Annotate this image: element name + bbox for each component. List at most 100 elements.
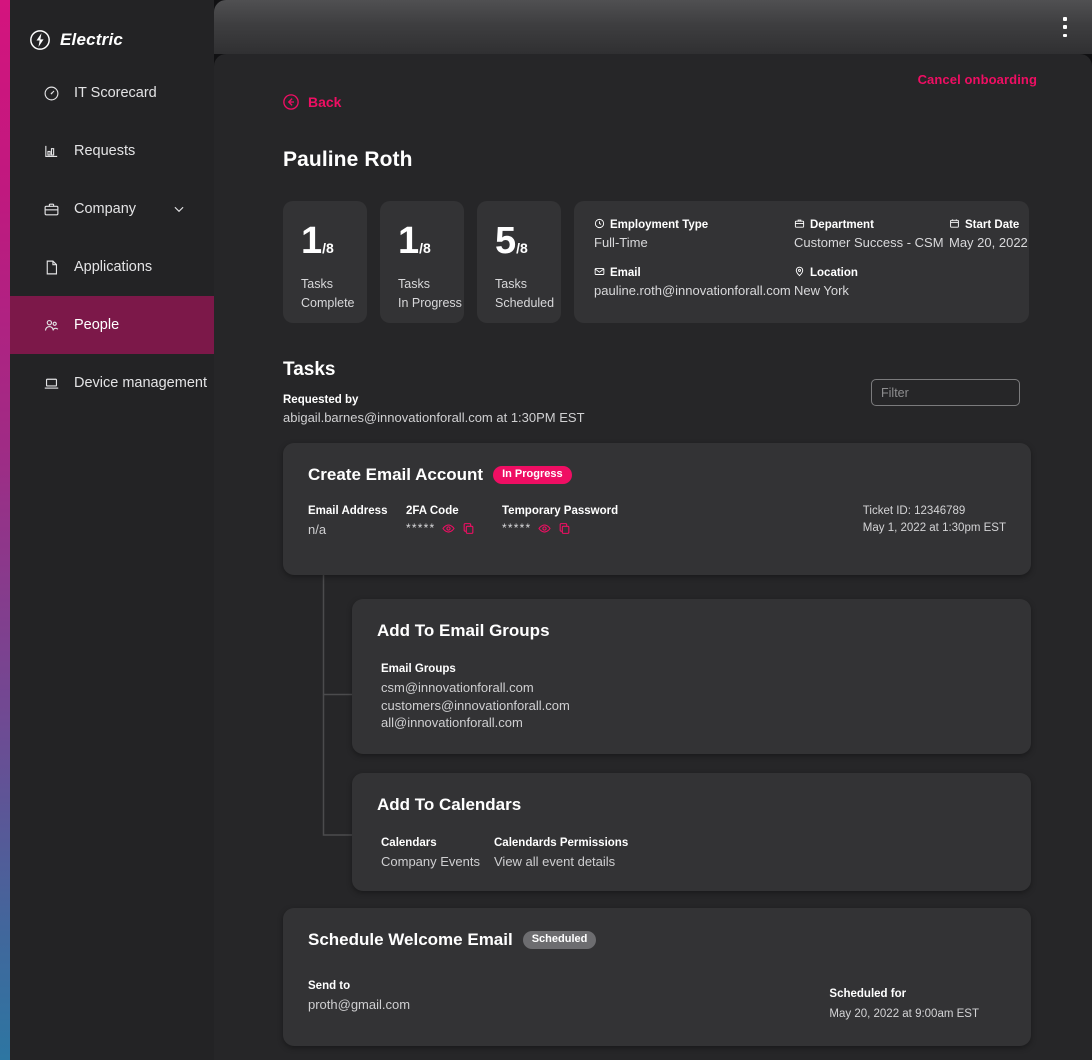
list-item: csm@innovationforall.com <box>381 680 534 695</box>
sidebar-item-label: Company <box>74 201 137 217</box>
task-card-create-email-account[interactable]: Create Email Account In Progress Email A… <box>283 443 1031 575</box>
stat-label-line2: In Progress <box>398 295 462 310</box>
stat-value: 1 /8 <box>301 222 367 260</box>
meta-value: Customer Success - CSM <box>794 235 944 250</box>
stat-number: 5 <box>495 220 516 262</box>
meta-value: May 20, 2022 <box>949 235 1028 250</box>
meta-label: Location <box>794 266 949 280</box>
meta-label: Department <box>794 218 949 232</box>
top-bar <box>214 0 1092 54</box>
meta-value: New York <box>794 283 849 298</box>
email-groups-list: csm@innovationforall.com customers@innov… <box>381 679 570 732</box>
ticket-info: Ticket ID: 12346789 May 1, 2022 at 1:30p… <box>863 503 1006 536</box>
field-value: May 20, 2022 at 9:00am EST <box>829 1007 979 1020</box>
tasks-section-title: Tasks <box>283 359 336 380</box>
task-card-add-to-email-groups[interactable]: Add To Email Groups Email Groups csm@inn… <box>352 599 1031 754</box>
stat-label-line1: Tasks <box>301 277 333 291</box>
copy-icon[interactable] <box>558 522 571 535</box>
field-label: Email Address <box>308 505 388 517</box>
stat-denominator: /8 <box>516 240 528 256</box>
requested-by-value: abigail.barnes@innovationforall.com at 1… <box>283 410 585 425</box>
envelope-icon <box>594 266 605 280</box>
sidebar-item-it-scorecard[interactable]: IT Scorecard <box>8 64 214 122</box>
field-label: 2FA Code <box>406 505 459 517</box>
stat-label-line2: Complete <box>301 295 355 310</box>
field-2fa-code: 2FA Code ***** <box>406 505 502 539</box>
people-icon <box>42 316 60 334</box>
copy-icon[interactable] <box>462 522 475 535</box>
chevron-down-icon[interactable] <box>172 202 186 216</box>
electric-bolt-logo <box>29 29 51 51</box>
status-badge: Scheduled <box>522 931 597 949</box>
field-calendars: Calendars Company Events <box>381 837 494 871</box>
filter-input[interactable] <box>871 379 1020 406</box>
requested-by-label: Requested by <box>283 394 359 406</box>
stat-label: Tasks Complete <box>301 275 367 313</box>
field-value: ***** <box>406 521 436 535</box>
field-label: Email Groups <box>381 663 456 675</box>
secret-row: ***** <box>502 521 702 535</box>
meta-label-text: Email <box>610 267 641 279</box>
field-value: ***** <box>502 521 532 535</box>
card-header: Schedule Welcome Email Scheduled <box>283 908 1031 950</box>
task-card-add-to-calendars[interactable]: Add To Calendars Calendars Company Event… <box>352 773 1031 891</box>
calendar-icon <box>949 218 960 232</box>
field-scheduled-for: Scheduled for May 20, 2022 at 9:00am EST <box>829 986 979 1022</box>
task-card-schedule-welcome-email[interactable]: Schedule Welcome Email Scheduled Send to… <box>283 908 1031 1046</box>
card-header: Add To Calendars <box>352 773 1031 815</box>
meta-label: Start Date <box>949 218 1029 232</box>
field-value: Company Events <box>381 854 480 869</box>
accent-gradient-strip <box>0 0 10 1060</box>
meta-label-text: Start Date <box>965 219 1020 231</box>
list-item: customers@innovationforall.com <box>381 697 570 713</box>
stat-label-line2: Scheduled <box>495 295 555 310</box>
sidebar-item-label: People <box>74 317 120 333</box>
sidebar-item-label: Requests <box>74 143 136 159</box>
document-icon <box>42 258 60 276</box>
more-vertical-icon[interactable] <box>1063 17 1067 37</box>
eye-icon[interactable] <box>442 522 456 535</box>
back-button[interactable]: Back <box>282 93 341 111</box>
app-window: Electric IT Scorecard Requests Company A… <box>0 0 1092 1060</box>
field-value: View all event details <box>494 854 616 869</box>
field-email-groups: Email Groups csm@innovationforall.com cu… <box>381 663 570 732</box>
eye-icon[interactable] <box>538 522 552 535</box>
status-badge: In Progress <box>493 466 572 484</box>
meta-start-date: Start Date May 20, 2022 <box>949 218 1029 266</box>
meta-label-text: Employment Type <box>610 219 709 231</box>
stat-card-tasks-complete: 1 /8 Tasks Complete <box>283 201 367 323</box>
card-title: Add To Calendars <box>377 795 522 814</box>
meta-value: Full-Time <box>594 235 648 250</box>
card-title: Schedule Welcome Email <box>308 930 513 949</box>
sidebar-item-people[interactable]: People <box>8 296 214 354</box>
sidebar-item-label: Device management <box>74 375 207 391</box>
stats-row: 1 /8 Tasks Complete 1 /8 Tasks In Progre… <box>283 201 1029 323</box>
stat-value: 5 /8 <box>495 222 561 260</box>
sidebar: Electric IT Scorecard Requests Company A… <box>8 0 214 1060</box>
card-title: Create Email Account <box>308 465 484 484</box>
back-label: Back <box>308 94 342 110</box>
meta-value: pauline.roth@innovationforall.com <box>594 283 791 298</box>
field-calendar-permissions: Calendards Permissions View all event de… <box>494 837 628 871</box>
secret-row: ***** <box>406 521 502 535</box>
cancel-onboarding-button[interactable]: Cancel onboarding <box>918 72 1037 87</box>
meta-email: Email pauline.roth@innovationforall.com <box>594 266 794 298</box>
stat-label: Tasks In Progress <box>398 275 464 313</box>
field-label: Calendars <box>381 837 437 849</box>
list-item: all@innovationforall.com <box>381 715 523 731</box>
stat-label-line1: Tasks <box>495 277 527 291</box>
stat-card-tasks-in-progress: 1 /8 Tasks In Progress <box>380 201 464 323</box>
stat-denominator: /8 <box>322 240 334 256</box>
bar-chart-icon <box>42 142 60 160</box>
meta-label: Employment Type <box>594 218 794 232</box>
main-content-panel: Cancel onboarding Back Pauline Roth 1 /8… <box>214 54 1092 1060</box>
card-header: Add To Email Groups <box>352 599 1031 641</box>
card-title: Add To Email Groups <box>377 621 550 640</box>
sidebar-item-device-management[interactable]: Device management <box>8 354 214 412</box>
sidebar-item-company[interactable]: Company <box>8 180 214 238</box>
sidebar-item-applications[interactable]: Applications <box>8 238 214 296</box>
card-header: Create Email Account In Progress <box>283 443 1031 485</box>
stat-label-line1: Tasks <box>398 277 430 291</box>
page-title: Pauline Roth <box>283 148 413 171</box>
sidebar-item-requests[interactable]: Requests <box>8 122 214 180</box>
